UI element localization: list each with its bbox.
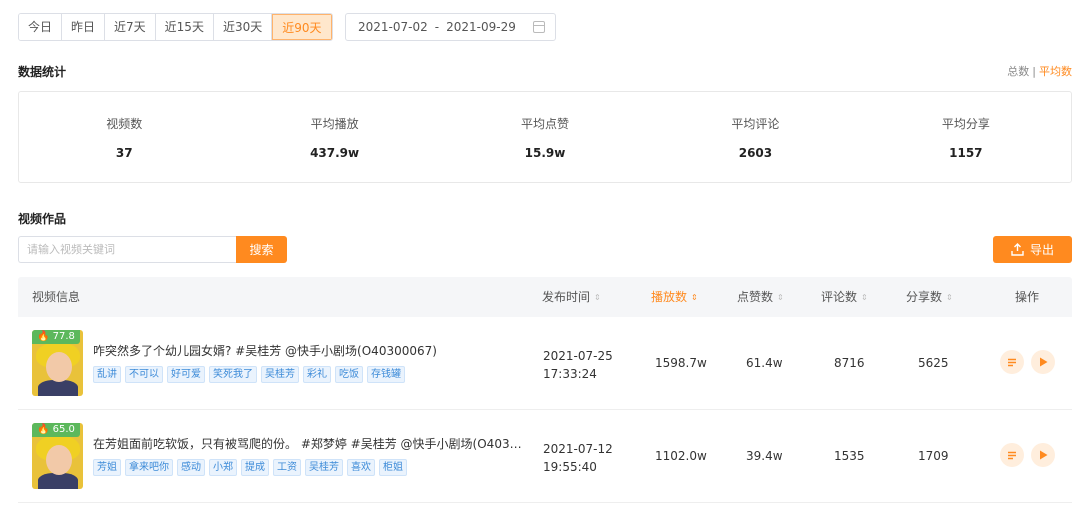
stat-value: 15.9w xyxy=(524,146,566,160)
tag: 喜欢 xyxy=(347,459,375,476)
video-thumbnail[interactable]: 🔥 65.0 xyxy=(32,423,83,489)
date-range-picker[interactable]: 2021-07-02 - 2021-09-29 xyxy=(345,13,556,41)
upload-icon xyxy=(1011,243,1024,256)
toggle-divider: | xyxy=(1032,65,1036,78)
sort-icon: ⇕ xyxy=(777,292,784,302)
score-badge: 🔥 65.0 xyxy=(32,423,80,437)
play-video-button[interactable] xyxy=(1031,350,1055,374)
tag: 彩礼 xyxy=(303,366,331,383)
range-yesterday-button[interactable]: 昨日 xyxy=(62,14,106,40)
total-average-toggle: 总数 | 平均数 xyxy=(1007,63,1072,79)
play-count: 1598.7w xyxy=(655,356,707,370)
col-video-info: 视频信息 xyxy=(32,290,81,304)
tag: 芳姐 xyxy=(93,459,121,476)
col-likes[interactable]: 点赞数 ⇕ xyxy=(737,277,784,317)
list-icon xyxy=(1008,451,1016,459)
search-input[interactable] xyxy=(18,236,236,263)
tag-list: 芳姐 拿来吧你 感动 小郑 提成 工资 吴桂芳 喜欢 柜姐 xyxy=(93,459,407,476)
tag: 感动 xyxy=(177,459,205,476)
stats-section-title: 数据统计 xyxy=(18,65,67,79)
videos-section-title: 视频作品 xyxy=(18,212,67,226)
date-range-group: 今日 昨日 近7天 近15天 近30天 近90天 xyxy=(18,13,333,41)
col-shares[interactable]: 分享数 ⇕ xyxy=(906,277,953,317)
stat-avg-plays: 平均播放 437.9w xyxy=(229,92,439,182)
stat-value: 37 xyxy=(115,146,133,160)
tag: 乱讲 xyxy=(93,366,121,383)
sort-icon: ⇕ xyxy=(861,292,868,302)
col-actions: 操作 xyxy=(1015,290,1040,304)
sort-icon: ⇕ xyxy=(946,292,953,302)
search-button[interactable]: 搜索 xyxy=(236,236,287,263)
stats-card: 视频数 37 平均播放 437.9w 平均点赞 15.9w 平均评论 2603 … xyxy=(18,91,1072,183)
export-button[interactable]: 导出 xyxy=(993,236,1072,263)
video-table: 视频信息 发布时间 ⇕ 播放数 ⇕ 点赞数 ⇕ 评论数 ⇕ 分享数 ⇕ 操作 🔥 77.8… xyxy=(18,277,1072,503)
stat-label: 平均点赞 xyxy=(521,117,570,131)
stat-label: 平均播放 xyxy=(310,117,359,131)
list-icon xyxy=(1008,358,1016,366)
tag: 不可以 xyxy=(125,366,163,383)
export-label: 导出 xyxy=(1029,243,1054,257)
play-icon xyxy=(1039,450,1047,460)
stat-value: 2603 xyxy=(738,146,773,160)
tag: 存钱罐 xyxy=(367,366,405,383)
toggle-average[interactable]: 平均数 xyxy=(1039,65,1072,78)
tag: 好可爱 xyxy=(167,366,205,383)
range-30-days-button[interactable]: 近30天 xyxy=(213,14,273,40)
share-count: 1709 xyxy=(918,449,949,463)
tag: 吃饭 xyxy=(335,366,363,383)
like-count: 61.4w xyxy=(746,356,783,370)
tag: 吴桂芳 xyxy=(261,366,299,383)
video-title[interactable]: 在芳姐面前吃软饭，只有被骂爬的份。 #郑梦婷 #吴桂芳 @快手小剧场(O4030… xyxy=(93,435,528,452)
stat-video-count: 视频数 37 xyxy=(19,92,229,182)
table-header: 视频信息 发布时间 ⇕ 播放数 ⇕ 点赞数 ⇕ 评论数 ⇕ 分享数 ⇕ 操作 xyxy=(18,277,1072,317)
like-count: 39.4w xyxy=(746,449,783,463)
detail-list-button[interactable] xyxy=(1000,443,1024,467)
tag-list: 乱讲 不可以 好可爱 笑死我了 吴桂芳 彩礼 吃饭 存钱罐 xyxy=(93,366,405,383)
tag: 笑死我了 xyxy=(209,366,257,383)
stat-avg-likes: 平均点赞 15.9w xyxy=(440,92,650,182)
stat-value: 437.9w xyxy=(310,146,360,160)
stat-label: 平均分享 xyxy=(941,117,990,131)
tag: 工资 xyxy=(273,459,301,476)
play-video-button[interactable] xyxy=(1031,443,1055,467)
stat-avg-comments: 平均评论 2603 xyxy=(650,92,860,182)
range-today-button[interactable]: 今日 xyxy=(19,14,63,40)
calendar-icon[interactable] xyxy=(533,21,545,33)
tag: 小郑 xyxy=(209,459,237,476)
range-15-days-button[interactable]: 近15天 xyxy=(155,14,214,40)
comment-count: 1535 xyxy=(834,449,865,463)
date-start: 2021-07-02 xyxy=(358,20,428,34)
sort-icon: ⇕ xyxy=(691,292,698,302)
video-thumbnail[interactable]: 🔥 77.8 xyxy=(32,330,83,396)
stat-label: 视频数 xyxy=(106,117,143,131)
range-90-days-button[interactable]: 近90天 xyxy=(272,14,332,40)
range-7-days-button[interactable]: 近7天 xyxy=(105,14,156,40)
comment-count: 8716 xyxy=(834,356,865,370)
col-plays[interactable]: 播放数 ⇕ xyxy=(651,277,698,317)
col-comments[interactable]: 评论数 ⇕ xyxy=(821,277,868,317)
date-separator: - xyxy=(434,20,440,34)
share-count: 5625 xyxy=(918,356,949,370)
stat-value: 1157 xyxy=(949,146,983,160)
tag: 提成 xyxy=(241,459,269,476)
stat-label: 平均评论 xyxy=(731,117,780,131)
table-row: 🔥 77.8 咋突然多了个幼儿园女婿? #吴桂芳 @快手小剧场(O4030006… xyxy=(18,317,1072,410)
publish-time: 2021-07-25 17:33:24 xyxy=(543,349,613,381)
date-end: 2021-09-29 xyxy=(446,20,516,34)
toggle-total[interactable]: 总数 xyxy=(1007,65,1029,78)
play-count: 1102.0w xyxy=(655,449,707,463)
tag: 柜姐 xyxy=(379,459,407,476)
publish-time: 2021-07-12 19:55:40 xyxy=(543,442,613,474)
col-publish-time[interactable]: 发布时间 ⇕ xyxy=(542,277,601,317)
stat-avg-shares: 平均分享 1157 xyxy=(861,92,1071,182)
play-icon xyxy=(1039,357,1047,367)
video-title[interactable]: 咋突然多了个幼儿园女婿? #吴桂芳 @快手小剧场(O40300067) xyxy=(93,342,528,359)
tag: 吴桂芳 xyxy=(305,459,343,476)
sort-icon: ⇕ xyxy=(594,292,601,302)
score-badge: 🔥 77.8 xyxy=(32,330,80,344)
table-row: 🔥 65.0 在芳姐面前吃软饭，只有被骂爬的份。 #郑梦婷 #吴桂芳 @快手小剧… xyxy=(18,410,1072,503)
detail-list-button[interactable] xyxy=(1000,350,1024,374)
tag: 拿来吧你 xyxy=(125,459,173,476)
